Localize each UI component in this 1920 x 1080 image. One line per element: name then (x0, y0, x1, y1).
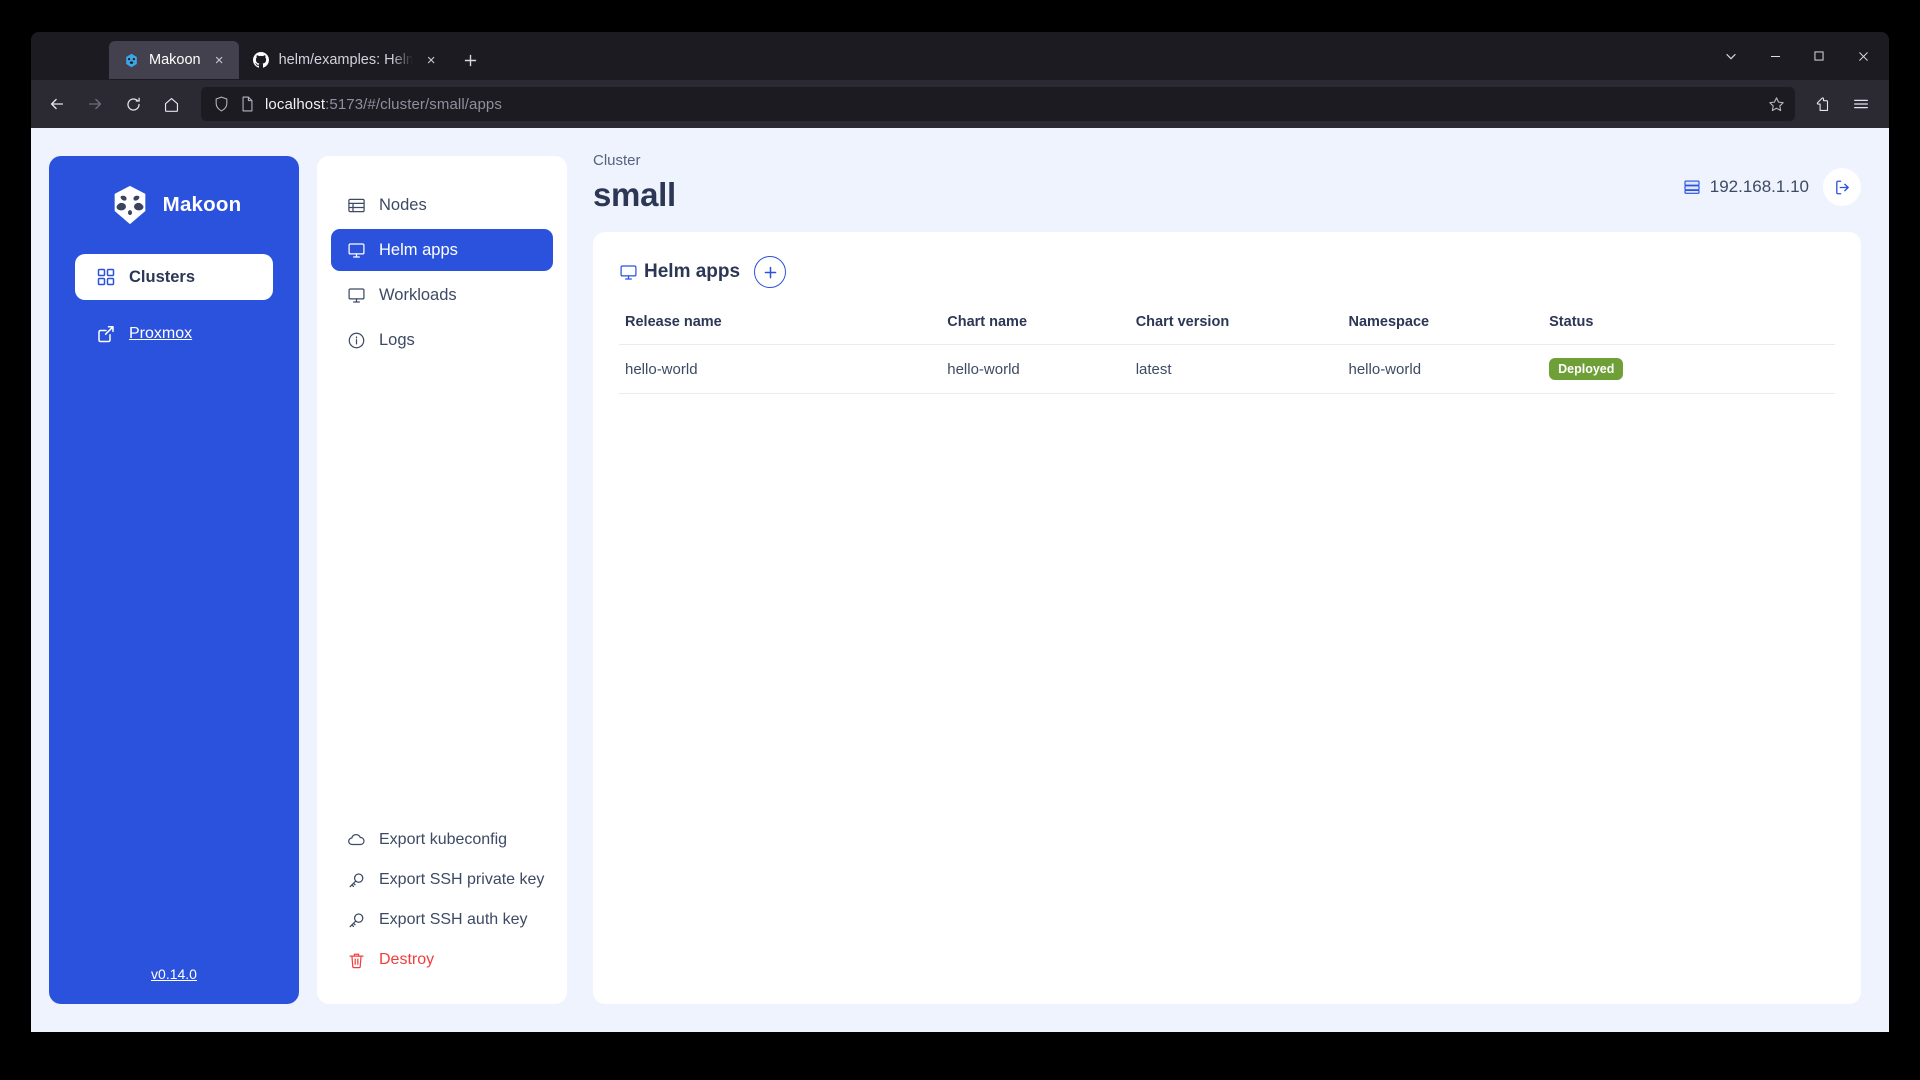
page-header: Cluster small 192.168.1.10 (593, 152, 1861, 214)
action-label: Destroy (379, 951, 435, 968)
cell-release-name: hello-world (619, 344, 942, 394)
star-icon[interactable] (1768, 96, 1785, 113)
info-circle-icon (347, 331, 366, 350)
sidebar-link-proxmox[interactable]: Proxmox (75, 314, 273, 354)
cluster-actions: Export kubeconfig Export SSH private key (331, 820, 553, 980)
action-label: Export kubeconfig (379, 831, 508, 848)
monitor-icon (347, 241, 366, 260)
table-header-row: Release name Chart name Chart version Na… (619, 306, 1835, 345)
browser-toolbar: localhost:5173/#/cluster/small/apps (31, 80, 1889, 128)
url-host: localhost (265, 95, 326, 113)
page-header-left: Cluster small (593, 152, 676, 214)
cloud-icon (347, 831, 366, 850)
key-icon (347, 911, 366, 930)
nav-item-nodes[interactable]: Nodes (331, 184, 553, 226)
github-icon (253, 52, 270, 69)
column-release-name: Release name (625, 314, 722, 330)
card-title-label: Helm apps (644, 261, 741, 282)
cell-status: Deployed (1543, 344, 1835, 394)
server-ip: 192.168.1.10 (1683, 177, 1809, 197)
nav-item-logs[interactable]: Logs (331, 319, 553, 361)
url-text: localhost:5173/#/cluster/small/apps (265, 96, 1759, 113)
sidebar-item-label: Clusters (129, 267, 196, 286)
page-info-icon[interactable] (239, 96, 256, 113)
action-export-ssh-auth-key[interactable]: Export SSH auth key (331, 900, 553, 940)
external-link-icon (97, 325, 115, 343)
add-helm-app-button[interactable] (754, 256, 787, 288)
chevron-down-icon[interactable] (1709, 38, 1753, 74)
new-tab-button[interactable] (455, 44, 487, 76)
logout-icon (1833, 178, 1852, 197)
card-title: Helm apps (619, 261, 740, 283)
table-row[interactable]: hello-world hello-world latest hello-wor… (619, 344, 1835, 394)
nav-item-label: Nodes (379, 195, 427, 214)
browser-tab-helm-examples[interactable]: helm/examples: Helm char × (239, 41, 451, 79)
back-arrow-icon[interactable] (39, 86, 75, 122)
action-export-ssh-private-key[interactable]: Export SSH private key (331, 860, 553, 900)
window-controls (1709, 36, 1885, 76)
action-destroy[interactable]: Destroy (331, 940, 553, 980)
app-version[interactable]: v0.14.0 (151, 966, 197, 982)
maximize-icon[interactable] (1797, 38, 1841, 74)
brand: Makoon (107, 182, 242, 228)
cell-chart-version: latest (1129, 344, 1343, 394)
reload-icon[interactable] (115, 86, 151, 122)
action-label: Export SSH auth key (379, 911, 528, 928)
cell-namespace: hello-world (1342, 344, 1544, 394)
main-content: Cluster small 192.168.1.10 Helm apps Rel… (579, 128, 1889, 1032)
extensions-icon[interactable] (1805, 86, 1841, 122)
nav-item-label: Helm apps (379, 240, 458, 259)
close-icon[interactable]: × (210, 51, 229, 70)
address-bar[interactable]: localhost:5173/#/cluster/small/apps (201, 87, 1795, 121)
action-label: Export SSH private key (379, 871, 545, 888)
breadcrumb: Cluster (593, 152, 641, 169)
tab-title: Makoon (149, 52, 201, 68)
nav-item-label: Logs (379, 330, 415, 349)
server-ip-text: 192.168.1.10 (1709, 177, 1809, 196)
tab-strip: Makoon × helm/examples: Helm char × (31, 32, 1889, 80)
hamburger-menu-icon[interactable] (1843, 86, 1879, 122)
shield-icon (213, 96, 230, 113)
helm-apps-table: Release name Chart name Chart version Na… (619, 306, 1835, 394)
server-icon (1683, 178, 1701, 196)
sidebar-link-label: Proxmox (129, 325, 193, 342)
cluster-nav-panel: Nodes Helm apps Workloads Logs Export ku… (317, 156, 567, 1004)
page-header-right: 192.168.1.10 (1683, 168, 1861, 206)
column-status: Status (1549, 314, 1594, 330)
column-namespace: Namespace (1348, 314, 1430, 330)
browser-tab-makoon[interactable]: Makoon × (109, 41, 239, 79)
sidebar-item-clusters[interactable]: Clusters (75, 254, 273, 300)
browser-window: Makoon × helm/examples: Helm char × (31, 32, 1889, 1032)
column-chart-version: Chart version (1135, 314, 1230, 330)
page-title: small (593, 176, 676, 213)
app-sidebar: Makoon Clusters Proxmox v0.14.0 (49, 156, 299, 1004)
key-icon (347, 871, 366, 890)
minimize-icon[interactable] (1753, 38, 1797, 74)
home-icon[interactable] (153, 86, 189, 122)
column-chart-name: Chart name (947, 314, 1028, 330)
cell-chart-name: hello-world (941, 344, 1130, 394)
tab-title: helm/examples: Helm char (278, 52, 413, 68)
grid-icon (97, 268, 115, 286)
logout-button[interactable] (1823, 168, 1861, 206)
card-header: Helm apps (619, 256, 1835, 288)
trash-icon (347, 951, 366, 970)
makoon-logo-icon (107, 182, 153, 228)
helm-apps-card: Helm apps Release name Chart name Chart … (593, 232, 1861, 1004)
status-badge: Deployed (1549, 358, 1624, 380)
brand-name: Makoon (162, 193, 242, 216)
action-export-kubeconfig[interactable]: Export kubeconfig (331, 820, 553, 860)
nav-item-helm-apps[interactable]: Helm apps (331, 229, 553, 271)
monitor-icon (347, 286, 366, 305)
nav-item-workloads[interactable]: Workloads (331, 274, 553, 316)
monitor-icon (619, 263, 638, 282)
url-path: :5173/#/cluster/small/apps (325, 95, 502, 113)
page-viewport: Makoon Clusters Proxmox v0.14.0 Nodes He… (31, 128, 1889, 1032)
makoon-icon (123, 52, 140, 69)
forward-arrow-icon (77, 86, 113, 122)
close-icon[interactable]: × (422, 51, 441, 70)
table-rows-icon (347, 196, 366, 215)
nav-item-label: Workloads (379, 285, 457, 304)
close-icon[interactable] (1841, 38, 1885, 74)
